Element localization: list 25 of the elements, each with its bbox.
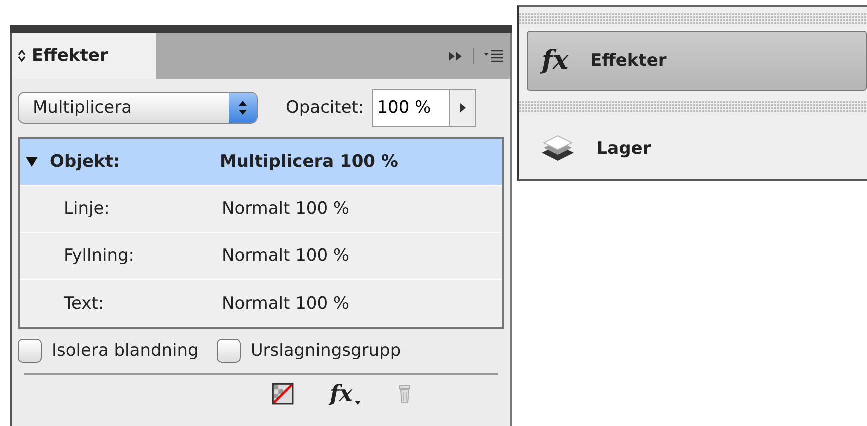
fx-icon: fx: [542, 46, 569, 76]
option-checkbox[interactable]: Urslagningsgrupp: [216, 339, 402, 363]
clear-effects-icon[interactable]: [272, 383, 294, 405]
opacity-slider-button[interactable]: [450, 89, 476, 127]
grip-handle[interactable]: [518, 13, 867, 25]
effect-row[interactable]: Objekt: Multiplicera 100 %: [20, 139, 502, 186]
up-down-arrows-icon: [18, 50, 26, 62]
disclosure-triangle-icon[interactable]: [26, 156, 38, 168]
menu-icon[interactable]: [484, 50, 504, 62]
layers-icon: [540, 135, 575, 163]
effect-row[interactable]: Fyllning: Normalt 100 %: [20, 233, 502, 280]
triangle-icon: [460, 103, 466, 113]
opacity-field[interactable]: 100 %: [372, 89, 450, 127]
dock-item[interactable]: fx Effekter: [526, 31, 867, 91]
option-checkbox[interactable]: Isolera blandning: [18, 339, 199, 363]
effect-row[interactable]: Text: Normalt 100 %: [20, 280, 502, 327]
double-arrow-icon[interactable]: [448, 52, 463, 60]
opacity-label: Opacitet:: [286, 98, 364, 118]
blend-mode-dropdown[interactable]: Multiplicera: [18, 92, 258, 124]
add-effect-button[interactable]: fx: [330, 381, 361, 407]
effect-row[interactable]: Linje: Normalt 100 %: [20, 186, 502, 233]
effects-tab[interactable]: Effekter: [12, 33, 156, 79]
dock-item[interactable]: Lager: [518, 119, 867, 179]
grip-handle[interactable]: [518, 101, 867, 113]
stepper-arrows-icon: [229, 93, 257, 123]
